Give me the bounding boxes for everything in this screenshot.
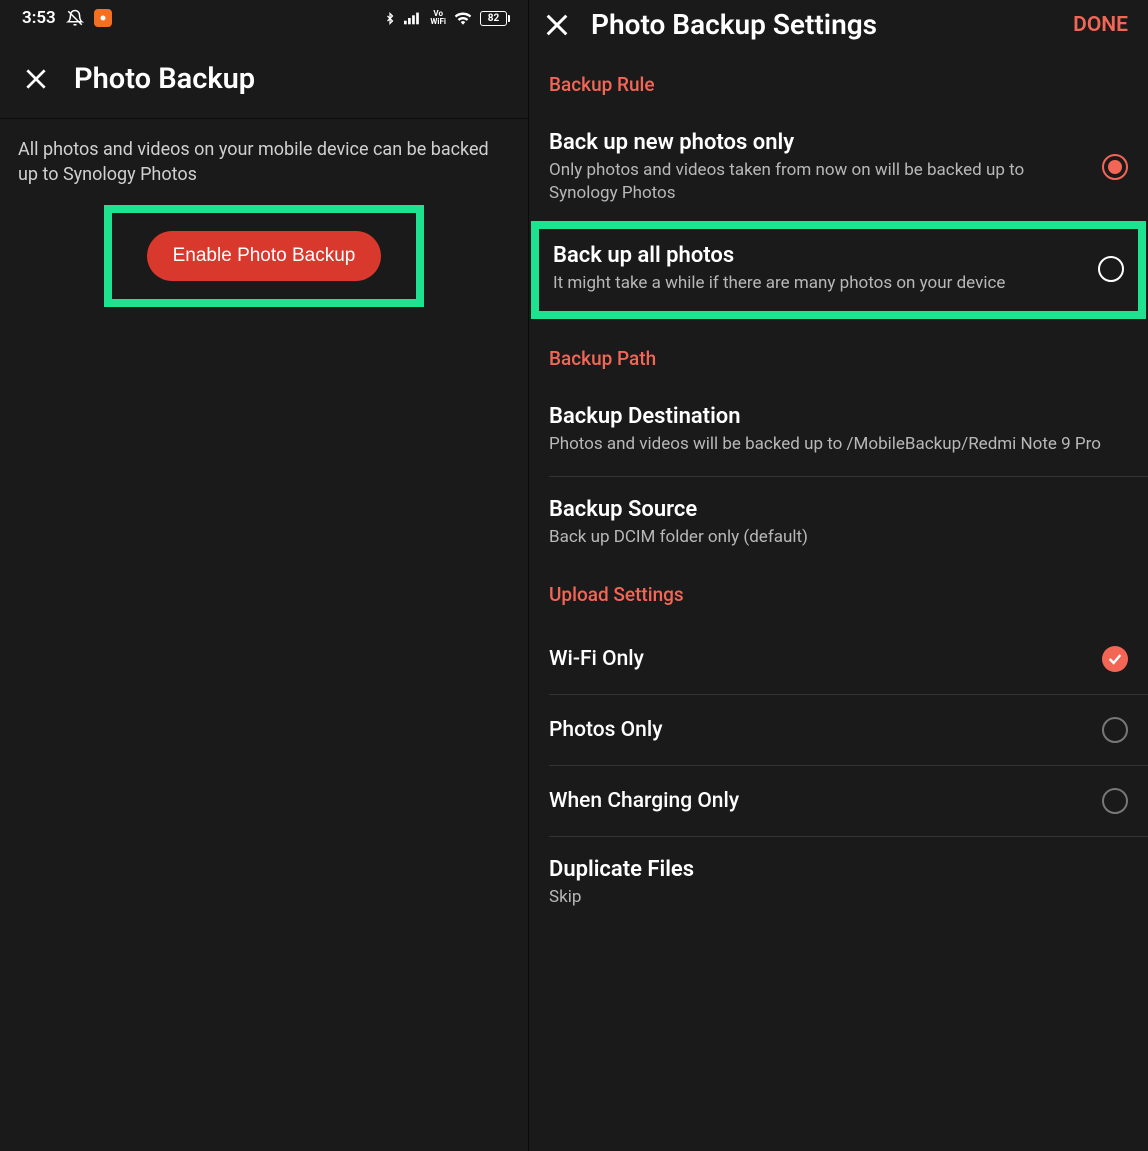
item-backup-source[interactable]: Backup Source Back up DCIM folder only (…: [529, 477, 1148, 571]
done-button[interactable]: DONE: [1073, 13, 1128, 37]
header: Photo Backup Settings DONE: [529, 0, 1148, 49]
header: Photo Backup: [0, 34, 528, 118]
signal-icon: [404, 11, 422, 25]
option-backup-all[interactable]: Back up all photos It might take a while…: [539, 229, 1138, 311]
item-backup-destination[interactable]: Backup Destination Photos and videos wil…: [529, 388, 1148, 476]
app-icon: [94, 9, 112, 27]
bluetooth-icon: [384, 10, 396, 27]
highlight-backup-all: Back up all photos It might take a while…: [531, 221, 1146, 319]
item-title: Duplicate Files: [549, 857, 1128, 882]
radio-off-icon[interactable]: [1102, 788, 1128, 814]
battery-level: 82: [480, 11, 507, 26]
radio-unselected-icon[interactable]: [1098, 256, 1124, 282]
option-backup-new-only[interactable]: Back up new photos only Only photos and …: [529, 114, 1148, 221]
section-backup-rule: Backup Rule: [529, 49, 1148, 114]
dnd-icon: [66, 9, 84, 27]
toggle-label: Photos Only: [549, 718, 1086, 742]
status-bar: 3:53 VoWiF: [0, 0, 528, 34]
toggle-label: Wi-Fi Only: [549, 647, 1086, 671]
item-title: Backup Source: [549, 497, 1128, 522]
wifi-icon: [454, 11, 472, 25]
close-icon[interactable]: [22, 65, 50, 93]
radio-selected-icon[interactable]: [1102, 154, 1128, 180]
item-subtitle: Back up DCIM folder only (default): [549, 526, 1128, 549]
vowifi-icon: VoWiFi: [430, 10, 446, 26]
item-title: Backup Destination: [549, 404, 1128, 429]
item-subtitle: Skip: [549, 886, 1128, 909]
enable-photo-backup-button[interactable]: Enable Photo Backup: [147, 231, 382, 281]
section-upload-settings: Upload Settings: [529, 571, 1148, 624]
status-time: 3:53: [22, 8, 56, 28]
battery-icon: 82: [480, 11, 510, 26]
section-backup-path: Backup Path: [529, 319, 1148, 388]
item-duplicate-files[interactable]: Duplicate Files Skip: [529, 837, 1148, 925]
screen-backup-settings: Photo Backup Settings DONE Backup Rule B…: [529, 0, 1148, 1151]
radio-off-icon[interactable]: [1102, 717, 1128, 743]
status-left: 3:53: [22, 8, 112, 28]
option-subtitle: It might take a while if there are many …: [553, 272, 1082, 295]
toggle-charging-only[interactable]: When Charging Only: [529, 766, 1148, 836]
toggle-wifi-only[interactable]: Wi-Fi Only: [529, 624, 1148, 694]
item-subtitle: Photos and videos will be backed up to /…: [549, 433, 1128, 456]
highlight-enable: Enable Photo Backup: [104, 205, 424, 307]
toggle-photos-only[interactable]: Photos Only: [529, 695, 1148, 765]
option-title: Back up new photos only: [549, 130, 1086, 155]
status-right: VoWiFi 82: [384, 10, 510, 27]
page-title: Photo Backup: [74, 62, 255, 96]
description: All photos and videos on your mobile dev…: [0, 119, 528, 187]
page-title: Photo Backup Settings: [591, 8, 1053, 41]
toggle-label: When Charging Only: [549, 789, 1086, 813]
option-title: Back up all photos: [553, 243, 1082, 268]
option-subtitle: Only photos and videos taken from now on…: [549, 159, 1086, 205]
close-icon[interactable]: [543, 11, 571, 39]
screen-photo-backup: 3:53 VoWiF: [0, 0, 529, 1151]
check-on-icon[interactable]: [1102, 646, 1128, 672]
